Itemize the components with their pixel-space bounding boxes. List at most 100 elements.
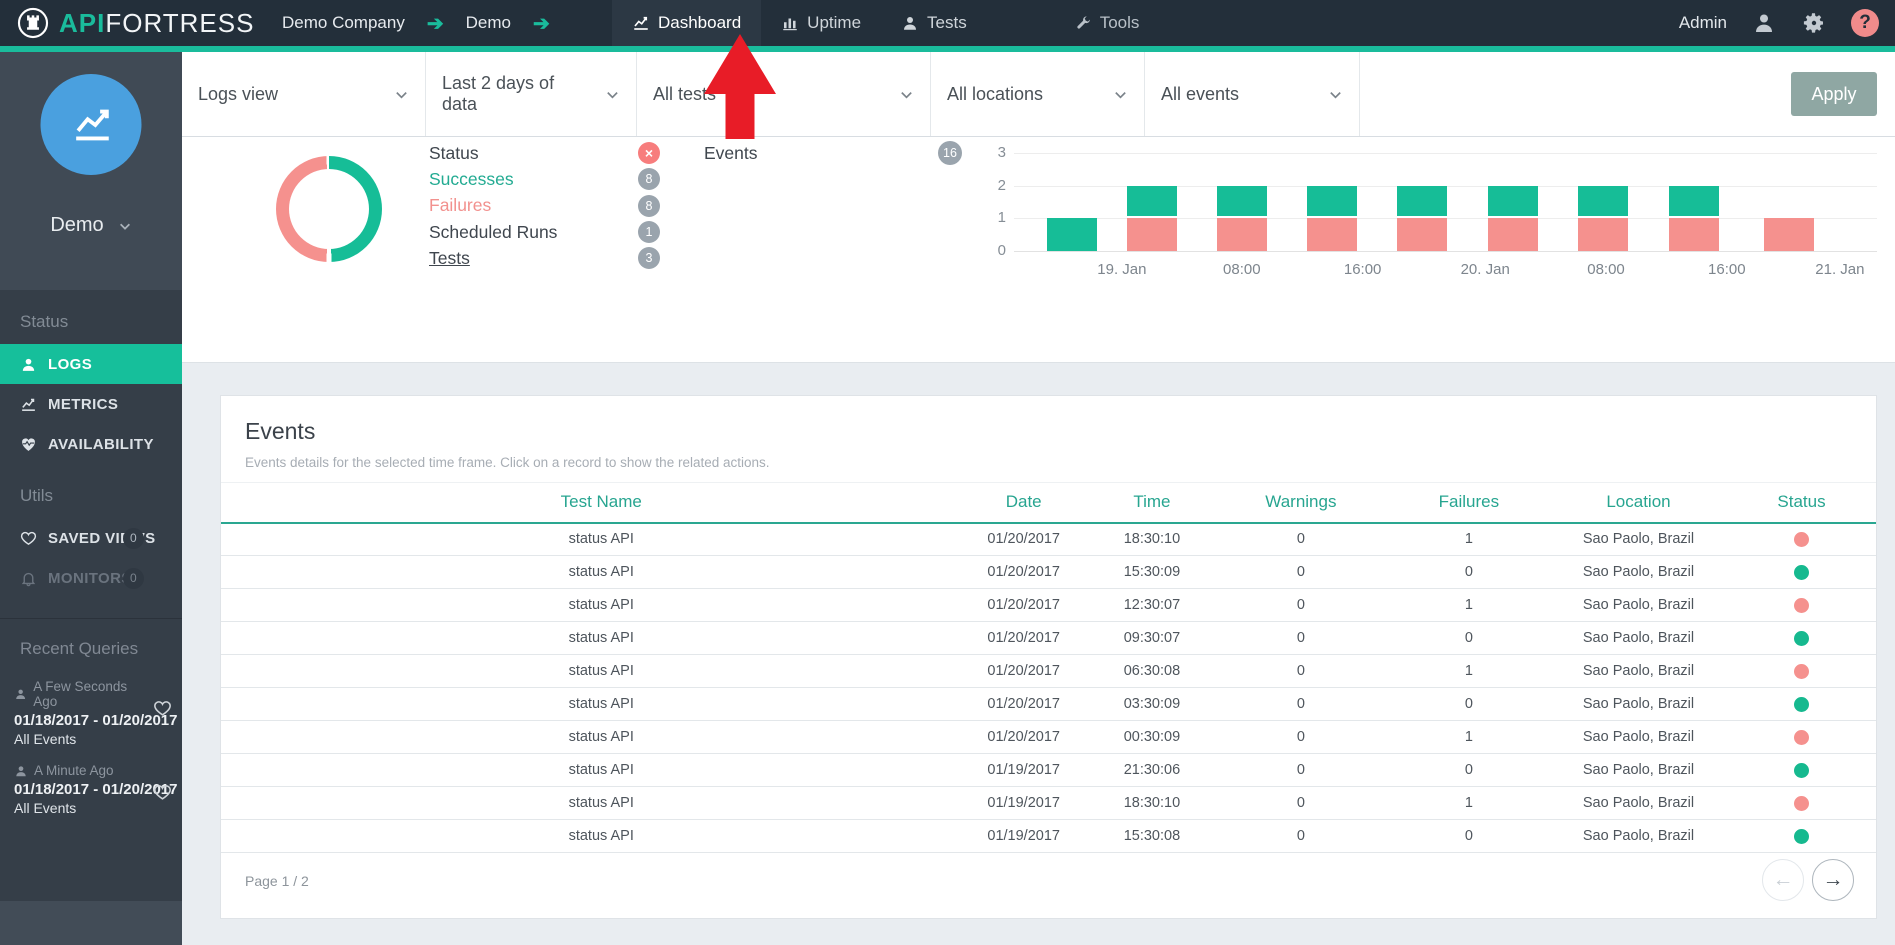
favorite-query-button[interactable] [153, 783, 172, 802]
status-donut-chart [276, 156, 382, 262]
col-warnings[interactable]: Warnings [1214, 483, 1388, 523]
saved-views-count-badge: 0 [123, 528, 144, 549]
breadcrumb-arrow-icon: ➔ [533, 11, 550, 36]
x-tick-label: 08:00 [1587, 261, 1625, 278]
previous-page-button[interactable]: ← [1762, 859, 1804, 901]
col-test-name[interactable]: Test Name [221, 483, 957, 523]
chevron-down-icon [394, 87, 409, 102]
events-label: Events [704, 143, 758, 164]
bar-segment-failures [1764, 218, 1814, 251]
tab-label: Uptime [807, 13, 861, 33]
section-utils: Utils [0, 486, 182, 506]
bar-segment-failures [1669, 218, 1719, 251]
user-icon [14, 687, 27, 701]
count-badge: 8 [638, 195, 660, 217]
topbar: APIFORTRESS Demo Company ➔ Demo ➔ Dashbo… [0, 0, 1895, 46]
user-menu-button[interactable] [1751, 10, 1777, 36]
tab-tests[interactable]: Tests [881, 0, 987, 46]
heart-icon [20, 530, 37, 547]
status-stats: Status × Successes 8 Failures 8 Schedule… [412, 137, 684, 362]
sidebar-item-availability[interactable]: AVAILABILITY [0, 424, 182, 464]
x-tick-label: 16:00 [1708, 261, 1746, 278]
donut-box [182, 137, 412, 362]
bar-segment-failures [1397, 218, 1447, 251]
card-wrap: Events Events details for the selected t… [182, 363, 1895, 919]
arrow-right-icon: → [1823, 868, 1844, 892]
fortress-logo-icon [16, 6, 50, 40]
table-row[interactable]: status API01/20/201709:30:0700Sao Paolo,… [221, 622, 1876, 655]
top-nav: Dashboard Uptime Tests [612, 0, 987, 46]
breadcrumb-project[interactable]: Demo [466, 13, 511, 33]
table-row[interactable]: status API01/20/201700:30:0901Sao Paolo,… [221, 721, 1876, 754]
events-dropdown[interactable]: All events [1145, 52, 1360, 136]
recent-query-item[interactable]: A Minute Ago 01/18/2017 - 01/20/2017 All… [0, 757, 182, 826]
sidebar-item-logs[interactable]: LOGS [0, 344, 182, 384]
query-age: A Few Seconds Ago [14, 679, 148, 709]
query-range: 01/18/2017 - 01/20/2017 [14, 781, 148, 798]
sidebar-item-monitors[interactable]: MONITORS 0 [0, 558, 182, 598]
table-row[interactable]: status API01/20/201703:30:0900Sao Paolo,… [221, 688, 1876, 721]
sidebar-item-label: AVAILABILITY [48, 436, 154, 453]
recent-queries-title: Recent Queries [0, 639, 182, 659]
date-range-dropdown[interactable]: Last 2 days of data [426, 52, 637, 136]
tests-dropdown[interactable]: All tests [637, 52, 931, 136]
bar-segment-successes [1217, 186, 1267, 219]
col-time[interactable]: Time [1090, 483, 1214, 523]
table-row[interactable]: status API01/20/201718:30:1001Sao Paolo,… [221, 523, 1876, 556]
query-age: A Minute Ago [14, 763, 148, 778]
sidebar-item-label: MONITORS [48, 570, 132, 587]
tools-menu[interactable]: Tools [1075, 13, 1140, 33]
col-date[interactable]: Date [957, 483, 1089, 523]
divider [0, 618, 182, 619]
heart-icon [153, 699, 172, 718]
sidebar: Demo Status LOGS METRICS AVAILABILITY Ut… [0, 52, 182, 945]
status-dot [1794, 796, 1809, 811]
y-tick-label: 1 [998, 209, 1006, 226]
count-badge: 1 [638, 221, 660, 243]
line-chart-icon [632, 14, 650, 32]
apply-button[interactable]: Apply [1791, 72, 1877, 116]
project-avatar[interactable] [41, 74, 142, 175]
table-row[interactable]: status API01/20/201706:30:0801Sao Paolo,… [221, 655, 1876, 688]
events-table: Test Name Date Time Warnings Failures Lo… [221, 482, 1876, 853]
col-status[interactable]: Status [1727, 483, 1876, 523]
gear-icon [1802, 11, 1826, 35]
summary-panel: Status × Successes 8 Failures 8 Schedule… [182, 137, 1895, 363]
logo[interactable]: APIFORTRESS [0, 6, 282, 40]
favorite-query-button[interactable] [153, 699, 172, 718]
sidebar-item-metrics[interactable]: METRICS [0, 384, 182, 424]
events-count-box: Events 16 [684, 137, 984, 362]
recent-query-item[interactable]: A Few Seconds Ago 01/18/2017 - 01/20/201… [0, 673, 182, 757]
bar-segment-successes [1578, 186, 1628, 219]
next-page-button[interactable]: → [1812, 859, 1854, 901]
settings-button[interactable] [1801, 10, 1827, 36]
project-selector[interactable]: Demo [0, 214, 182, 237]
y-tick-label: 2 [998, 177, 1006, 194]
breadcrumb-company[interactable]: Demo Company [282, 13, 405, 33]
col-failures[interactable]: Failures [1388, 483, 1550, 523]
col-location[interactable]: Location [1550, 483, 1727, 523]
table-row[interactable]: status API01/19/201718:30:1001Sao Paolo,… [221, 787, 1876, 820]
x-tick-label: 16:00 [1344, 261, 1382, 278]
help-button[interactable]: ? [1851, 9, 1879, 37]
wrench-icon [1075, 15, 1092, 32]
count-badge: 3 [638, 247, 660, 269]
table-row[interactable]: status API01/20/201712:30:0701Sao Paolo,… [221, 589, 1876, 622]
chevron-down-icon [899, 87, 914, 102]
chart-y-axis: 3210 [984, 153, 1014, 251]
app-window: APIFORTRESS Demo Company ➔ Demo ➔ Dashbo… [0, 0, 1895, 945]
table-row[interactable]: status API01/19/201721:30:0600Sao Paolo,… [221, 754, 1876, 787]
sidebar-item-saved-views[interactable]: SAVED VIEWS 0 [0, 518, 182, 558]
locations-dropdown[interactable]: All locations [931, 52, 1145, 136]
tab-uptime[interactable]: Uptime [761, 0, 881, 46]
bar-segment-failures [1488, 218, 1538, 251]
events-table-body: status API01/20/201718:30:1001Sao Paolo,… [221, 523, 1876, 853]
table-row[interactable]: status API01/20/201715:30:0900Sao Paolo,… [221, 556, 1876, 589]
stat-scheduled-runs: Scheduled Runs 1 [429, 219, 660, 245]
stat-successes: Successes 8 [429, 166, 660, 192]
annotation-arrow [704, 34, 776, 139]
bar-segment-successes [1488, 186, 1538, 219]
bell-icon [20, 570, 37, 587]
status-dot [1794, 763, 1809, 778]
view-dropdown[interactable]: Logs view [182, 52, 426, 136]
